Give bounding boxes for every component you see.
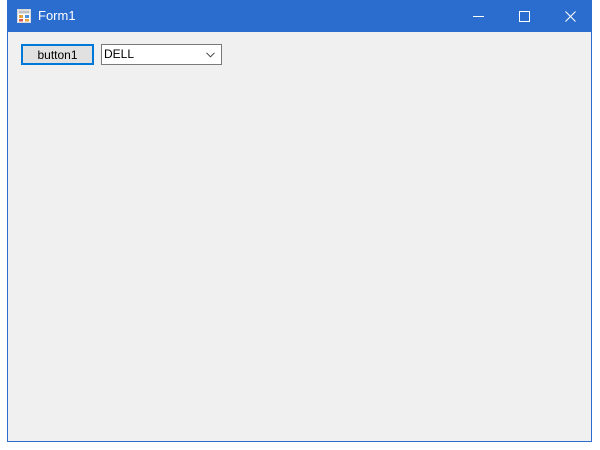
close-icon — [564, 11, 576, 22]
title-bar[interactable]: Form1 — [8, 1, 591, 32]
window-title: Form1 — [38, 8, 76, 23]
combobox[interactable]: DELL — [101, 44, 222, 65]
combobox-selected-value: DELL — [104, 47, 135, 61]
minimize-icon — [472, 11, 484, 22]
close-button[interactable] — [547, 1, 593, 32]
maximize-icon — [518, 11, 530, 22]
maximize-button[interactable] — [501, 1, 547, 32]
form1-window: Form1 button1 DELL — [7, 0, 592, 442]
minimize-button[interactable] — [455, 1, 501, 32]
winforms-app-icon — [17, 9, 31, 23]
button1[interactable]: button1 — [21, 44, 94, 65]
chevron-down-icon[interactable] — [202, 45, 219, 64]
